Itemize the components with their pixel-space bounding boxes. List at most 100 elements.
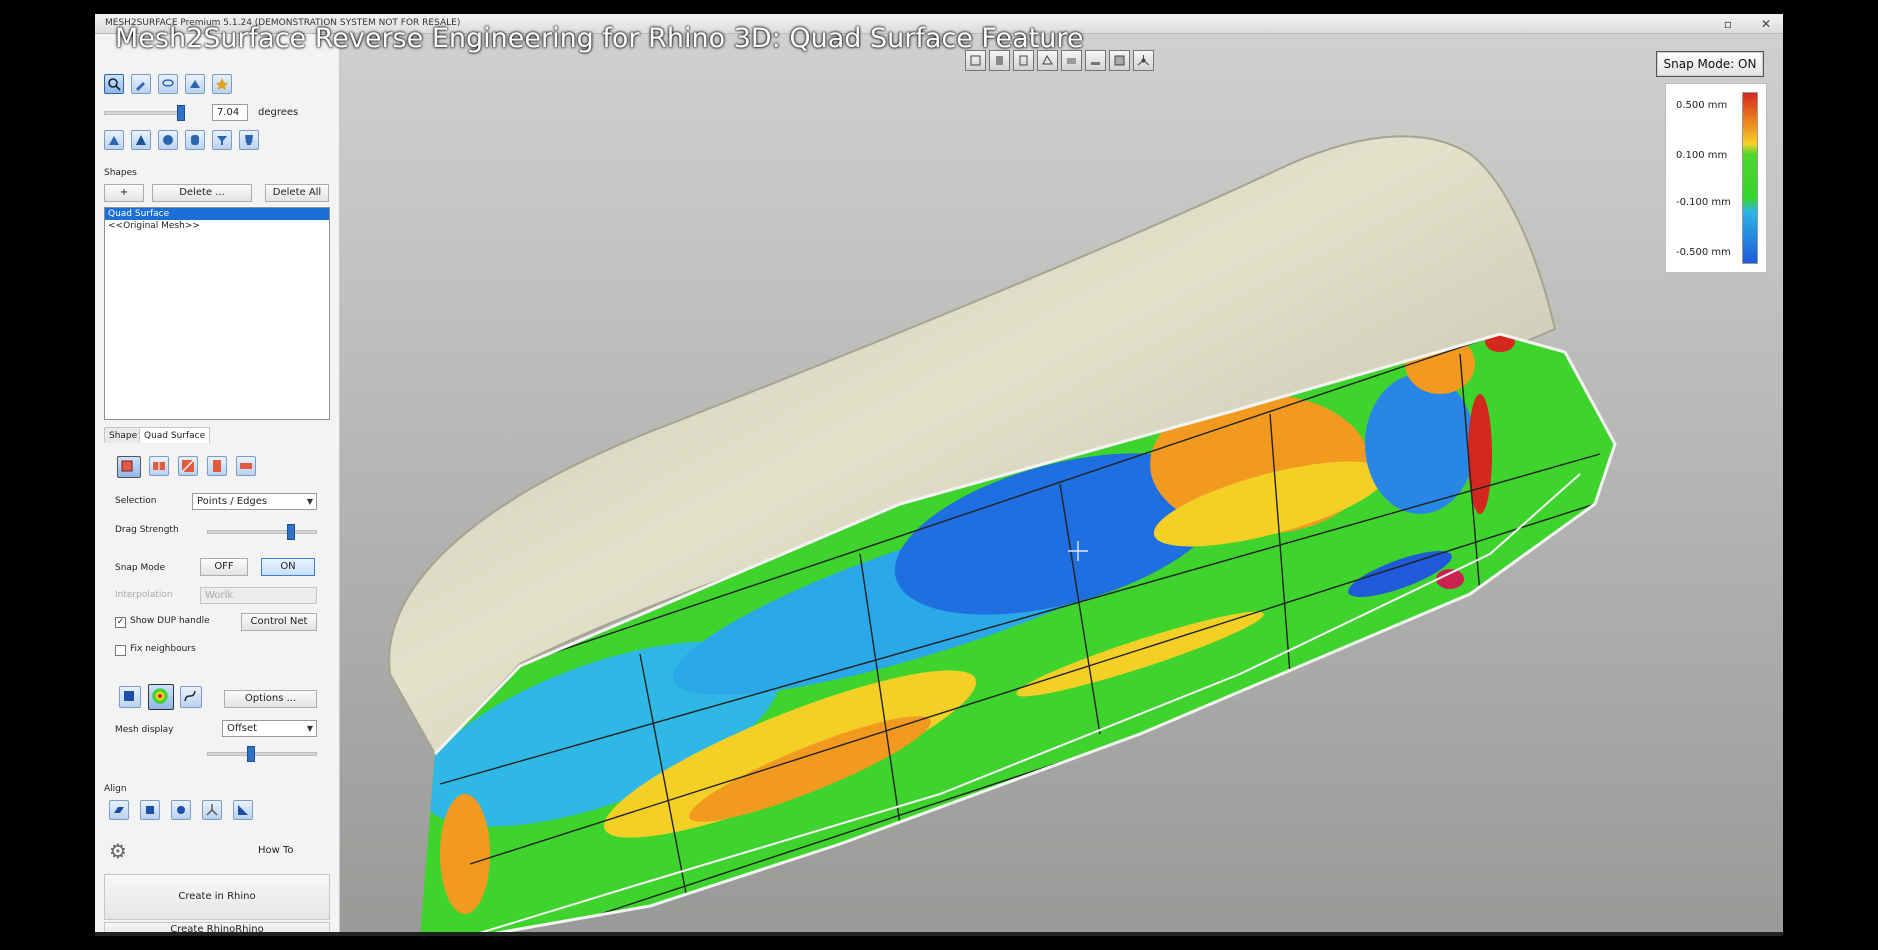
view-bottom-icon xyxy=(1091,62,1100,65)
quad-insert-button[interactable] xyxy=(207,456,227,476)
shape-list-item[interactable]: <<Original Mesh>> xyxy=(105,220,329,232)
shape-list-item[interactable]: Quad Surface xyxy=(105,208,329,220)
bottom-strip xyxy=(95,932,1783,936)
restore-window-icon[interactable]: ▫ xyxy=(1719,16,1737,32)
snap-on-button[interactable]: ON xyxy=(261,558,315,576)
application-window: MESH2SURFACE Premium 5.1.24 (DEMONSTRATI… xyxy=(95,14,1783,936)
align-plane-button[interactable] xyxy=(109,800,129,820)
angle-input[interactable]: 7.04 xyxy=(212,104,248,121)
fix-neighbours-checkbox[interactable] xyxy=(115,645,126,656)
angle-unit-label: degrees xyxy=(258,107,299,118)
shape-list[interactable]: Quad Surface <<Original Mesh>> xyxy=(104,207,330,420)
wire-display-button[interactable] xyxy=(180,686,202,708)
drag-strength-label: Drag Strength xyxy=(115,525,179,535)
interpolation-label: Interpolation xyxy=(115,590,173,600)
delete-shape-button[interactable]: Delete ... xyxy=(152,184,252,202)
cylinder-primitive-button[interactable] xyxy=(185,130,205,150)
deviation-display-button[interactable] xyxy=(148,684,174,710)
legend-label: 0.500 mm xyxy=(1676,100,1728,111)
quad-patch-icon xyxy=(121,460,133,472)
align-point-button[interactable] xyxy=(171,800,191,820)
view-right-icon xyxy=(1019,55,1028,66)
align-axis-button[interactable] xyxy=(140,800,160,820)
triad-icon xyxy=(206,804,218,816)
gear-icon[interactable]: ⚙ xyxy=(109,839,127,863)
sphere-primitive-button[interactable] xyxy=(158,130,178,150)
cylinder-icon xyxy=(191,135,199,145)
snap-mode-label: Snap Mode xyxy=(115,563,166,573)
how-to-link[interactable]: How To xyxy=(258,845,294,856)
selection-label: Selection xyxy=(115,496,157,506)
region-tool-button[interactable] xyxy=(185,74,205,94)
solid-display-button[interactable] xyxy=(119,686,141,708)
close-window-icon[interactable]: ✕ xyxy=(1757,16,1775,32)
create-in-rhino-button[interactable]: Create in Rhino xyxy=(104,874,330,920)
interpolation-field: Worlk xyxy=(200,587,317,604)
lasso-tool-button[interactable] xyxy=(158,74,178,94)
quad-create-button[interactable] xyxy=(117,456,141,478)
mesh-display-value: Offset xyxy=(227,723,258,734)
legend-label: -0.100 mm xyxy=(1676,197,1731,208)
view-iso-icon xyxy=(1114,55,1125,66)
video-title-overlay: Mesh2Surface Reverse Engineering for Rhi… xyxy=(115,23,1084,54)
plane-primitive-button[interactable] xyxy=(104,130,124,150)
control-net-button[interactable]: Control Net xyxy=(241,613,317,631)
snap-off-button[interactable]: OFF xyxy=(200,558,248,576)
funnel-icon xyxy=(217,136,227,145)
brush-tool-button[interactable] xyxy=(131,74,151,94)
options-button[interactable]: Options ... xyxy=(224,690,317,708)
color-map-icon xyxy=(152,688,168,704)
cone-primitive-button[interactable] xyxy=(131,130,151,150)
view-iso-button[interactable] xyxy=(1109,50,1130,71)
drag-strength-slider-track[interactable] xyxy=(207,530,317,534)
view-back-icon xyxy=(1067,58,1076,64)
mesh-offset-slider-track[interactable] xyxy=(207,752,317,756)
align-triad-button[interactable] xyxy=(202,800,222,820)
sphere-icon xyxy=(163,135,173,145)
insert-icon xyxy=(213,460,221,472)
lasso-icon xyxy=(162,79,174,87)
curve-icon xyxy=(184,690,196,702)
align-best-fit-button[interactable] xyxy=(233,800,253,820)
add-shape-button[interactable]: + xyxy=(104,184,144,202)
cup-icon xyxy=(245,135,253,145)
align-axis-icon xyxy=(146,806,154,814)
mesh-display-label: Mesh display xyxy=(115,725,174,735)
split-icon xyxy=(153,462,165,470)
drag-strength-slider-thumb[interactable] xyxy=(287,524,295,540)
selection-dropdown[interactable]: Points / Edges ▼ xyxy=(192,493,317,510)
region-icon xyxy=(190,80,200,88)
align-header: Align xyxy=(104,784,127,794)
tab-quad-surface[interactable]: Quad Surface xyxy=(139,427,211,443)
solid-square-icon xyxy=(124,691,134,701)
quad-diagonal-button[interactable] xyxy=(178,456,198,476)
quad-split-button[interactable] xyxy=(149,456,169,476)
legend-label: -0.500 mm xyxy=(1676,247,1731,258)
mesh-offset-slider-thumb[interactable] xyxy=(247,746,255,762)
snap-mode-toggle-button[interactable]: Snap Mode: ON xyxy=(1656,51,1764,77)
view-bottom-button[interactable] xyxy=(1085,50,1106,71)
revolve-primitive-button[interactable] xyxy=(239,130,259,150)
view-axes-icon xyxy=(1137,55,1150,66)
view-fit-button[interactable] xyxy=(1133,50,1154,71)
align-plane-icon xyxy=(114,807,124,813)
highlight-tool-button[interactable] xyxy=(212,74,232,94)
extrude-primitive-button[interactable] xyxy=(212,130,232,150)
select-tool-button[interactable] xyxy=(104,74,124,94)
3d-viewport[interactable] xyxy=(340,34,1783,936)
mesh-display-dropdown[interactable]: Offset ▼ xyxy=(222,720,317,737)
chevron-down-icon: ▼ xyxy=(306,724,313,733)
triangle-icon xyxy=(109,136,119,145)
remove-icon xyxy=(240,463,252,469)
show-handle-checkbox[interactable]: ✓ xyxy=(115,617,126,628)
angle-slider-thumb[interactable] xyxy=(177,105,185,121)
fix-neighbours-label: Fix neighbours xyxy=(130,644,196,654)
show-handle-label: Show DUP handle xyxy=(130,616,210,626)
delete-all-shapes-button[interactable]: Delete All xyxy=(265,184,329,202)
quad-remove-button[interactable] xyxy=(236,456,256,476)
best-fit-icon xyxy=(238,805,248,815)
cone-icon xyxy=(136,135,146,145)
align-point-icon xyxy=(177,806,185,814)
tab-shape[interactable]: Shape xyxy=(104,427,143,443)
angle-slider-track[interactable] xyxy=(104,111,184,115)
